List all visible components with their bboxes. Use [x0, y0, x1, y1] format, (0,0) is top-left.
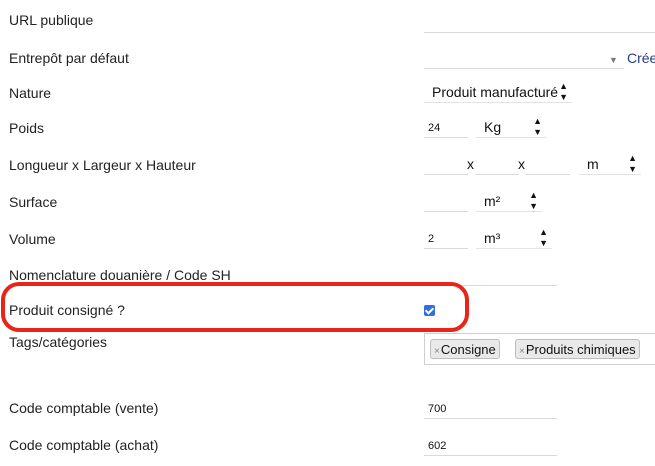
entrepot-select[interactable]: [424, 47, 624, 69]
compta-vente-label: Code comptable (vente): [9, 400, 159, 416]
dimensions-unit: m: [587, 156, 599, 172]
chevron-down-icon[interactable]: ▼: [609, 55, 618, 65]
surface-unit: m²: [484, 193, 501, 209]
nature-select[interactable]: Produit manufacturé ▲ ▼: [424, 81, 572, 103]
dimensions-unit-select[interactable]: m ▲ ▼: [579, 153, 641, 175]
consigne-checkbox[interactable]: [424, 305, 435, 316]
volume-label: Volume: [9, 231, 56, 247]
close-icon[interactable]: ×: [434, 346, 440, 357]
times-sign: x: [467, 156, 474, 172]
nature-value: Produit manufacturé: [432, 84, 559, 100]
url-publique-label: URL publique: [9, 12, 94, 28]
close-icon[interactable]: ×: [519, 346, 525, 357]
tag-label: Produits chimiques: [525, 342, 636, 357]
create-warehouse-link[interactable]: Crée: [627, 50, 655, 66]
tags-input[interactable]: ×Consigne ×Produits chimiques: [424, 333, 655, 365]
compta-vente-value: 700: [428, 403, 447, 415]
volume-unit-select[interactable]: m³ ▲ ▼: [476, 227, 552, 249]
poids-value: 24: [428, 122, 441, 134]
updown-arrows-icon: ▲ ▼: [533, 116, 542, 137]
length-input[interactable]: [424, 153, 468, 175]
nomenclature-label: Nomenclature douanière / Code SH: [9, 267, 231, 283]
height-input[interactable]: [526, 153, 570, 175]
surface-input[interactable]: [424, 190, 468, 212]
volume-value: 2: [428, 233, 435, 245]
updown-arrows-icon: ▲ ▼: [529, 190, 538, 211]
poids-unit: Kg: [484, 119, 502, 135]
consigne-label: Produit consigné ?: [9, 302, 125, 318]
poids-label: Poids: [9, 120, 45, 136]
updown-arrows-icon: ▲ ▼: [559, 81, 568, 102]
entrepot-label: Entrepôt par défaut: [9, 50, 129, 66]
compta-achat-value: 602: [428, 440, 447, 452]
url-publique-input[interactable]: [424, 11, 655, 33]
volume-unit: m³: [484, 230, 501, 246]
tags-label: Tags/catégories: [9, 334, 108, 350]
times-sign: x: [518, 156, 525, 172]
surface-label: Surface: [9, 194, 58, 210]
surface-unit-select[interactable]: m² ▲ ▼: [476, 190, 542, 212]
updown-arrows-icon: ▲ ▼: [539, 227, 548, 248]
tag-label: Consigne: [440, 342, 496, 357]
tag-chip-produits-chimiques: ×Produits chimiques: [515, 339, 640, 359]
width-input[interactable]: [475, 153, 519, 175]
updown-arrows-icon: ▲ ▼: [628, 153, 637, 174]
poids-unit-select[interactable]: Kg ▲ ▼: [476, 116, 546, 138]
compta-achat-label: Code comptable (achat): [9, 437, 159, 453]
dimensions-label: Longueur x Largeur x Hauteur: [9, 157, 196, 173]
tag-chip-consigne: ×Consigne: [430, 339, 500, 359]
nature-label: Nature: [9, 85, 52, 101]
